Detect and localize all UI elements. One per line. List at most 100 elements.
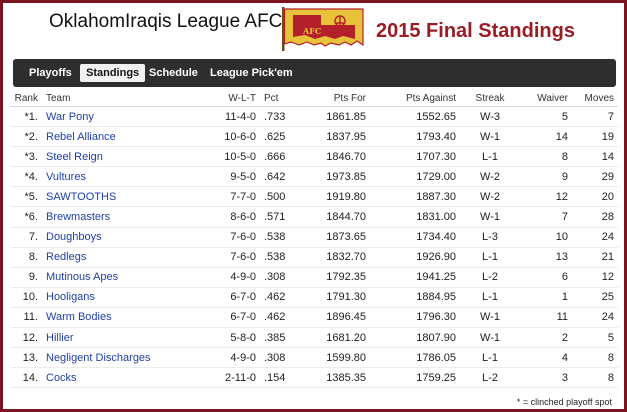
team-link[interactable]: Doughboys bbox=[46, 231, 102, 243]
team-link[interactable]: Cocks bbox=[46, 372, 77, 384]
cell-wlt: 7-7-0 bbox=[190, 186, 260, 208]
cell-waiver: 13 bbox=[520, 247, 572, 268]
cell-wlt: 4-9-0 bbox=[190, 267, 260, 288]
cell-pct: .154 bbox=[260, 367, 302, 389]
cell-moves: 7 bbox=[572, 106, 618, 128]
team-link[interactable]: Vultures bbox=[46, 171, 86, 183]
cell-pts-against: 1941.25 bbox=[370, 267, 460, 288]
standings-rows: *1. War Pony 11-4-0 .733 1861.85 1552.65… bbox=[10, 106, 618, 389]
cell-pts-for: 1837.95 bbox=[302, 126, 370, 148]
cell-pts-against: 1926.90 bbox=[370, 247, 460, 268]
cell-pct: .538 bbox=[260, 247, 302, 268]
team-link[interactable]: Steel Reign bbox=[46, 151, 103, 163]
cell-moves: 29 bbox=[572, 166, 618, 188]
cell-pts-for: 1919.80 bbox=[302, 186, 370, 208]
league-logo: AFC bbox=[282, 7, 364, 51]
cell-rank: 7. bbox=[10, 227, 42, 248]
cell-waiver: 5 bbox=[520, 106, 572, 128]
cell-rank: 10. bbox=[10, 287, 42, 308]
header-streak[interactable]: Streak bbox=[460, 90, 520, 107]
cell-streak: L-1 bbox=[460, 287, 520, 308]
team-link[interactable]: Redlegs bbox=[46, 251, 86, 263]
header-pts-against[interactable]: Pts Against bbox=[370, 90, 460, 107]
cell-wlt: 9-5-0 bbox=[190, 166, 260, 188]
cell-waiver: 9 bbox=[520, 166, 572, 188]
cell-pts-for: 1844.70 bbox=[302, 206, 370, 228]
cell-waiver: 14 bbox=[520, 126, 572, 148]
cell-pct: .666 bbox=[260, 146, 302, 168]
cell-pts-for: 1599.80 bbox=[302, 347, 370, 369]
cell-waiver: 2 bbox=[520, 327, 572, 349]
header-pts-for[interactable]: Pts For bbox=[302, 90, 370, 107]
cell-pts-against: 1807.90 bbox=[370, 327, 460, 349]
cell-moves: 24 bbox=[572, 307, 618, 329]
cell-wlt: 7-6-0 bbox=[190, 227, 260, 248]
team-link[interactable]: Mutinous Apes bbox=[46, 271, 118, 283]
cell-rank: 14. bbox=[10, 367, 42, 389]
cell-pct: .308 bbox=[260, 267, 302, 288]
cell-rank: *6. bbox=[10, 206, 42, 228]
cell-rank: *5. bbox=[10, 186, 42, 208]
header-team[interactable]: Team bbox=[42, 90, 190, 107]
cell-pts-for: 1681.20 bbox=[302, 327, 370, 349]
cell-moves: 24 bbox=[572, 227, 618, 248]
tab-standings[interactable]: Standings bbox=[80, 64, 146, 82]
cell-streak: L-3 bbox=[460, 227, 520, 248]
cell-pct: .571 bbox=[260, 206, 302, 228]
cell-moves: 25 bbox=[572, 287, 618, 308]
cell-pct: .625 bbox=[260, 126, 302, 148]
team-link[interactable]: Rebel Alliance bbox=[46, 131, 116, 143]
cell-streak: W-1 bbox=[460, 327, 520, 349]
cell-rank: 13. bbox=[10, 347, 42, 369]
team-link[interactable]: Negligent Discharges bbox=[46, 352, 151, 364]
table-row: *6. Brewmasters 8-6-0 .571 1844.70 1831.… bbox=[10, 206, 618, 228]
header-rank[interactable]: Rank bbox=[10, 90, 42, 107]
team-link[interactable]: War Pony bbox=[46, 111, 94, 123]
cell-streak: W-2 bbox=[460, 186, 520, 208]
cell-pts-for: 1896.45 bbox=[302, 307, 370, 329]
cell-pct: .733 bbox=[260, 106, 302, 128]
cell-pts-against: 1786.05 bbox=[370, 347, 460, 369]
team-link[interactable]: Hooligans bbox=[46, 291, 95, 303]
cell-pts-against: 1729.00 bbox=[370, 166, 460, 188]
team-link[interactable]: Brewmasters bbox=[46, 211, 110, 223]
team-link[interactable]: SAWTOOTHS bbox=[46, 191, 116, 203]
table-row: *5. SAWTOOTHS 7-7-0 .500 1919.80 1887.30… bbox=[10, 186, 618, 208]
header-pct[interactable]: Pct bbox=[260, 90, 302, 107]
cell-pct: .538 bbox=[260, 227, 302, 248]
cell-pts-for: 1973.85 bbox=[302, 166, 370, 188]
cell-streak: W-1 bbox=[460, 307, 520, 329]
tab-league-pickem[interactable]: League Pick'em bbox=[204, 64, 299, 82]
header-wlt[interactable]: W-L-T bbox=[190, 90, 260, 107]
playoff-footnote: * = clinched playoff spot bbox=[516, 397, 612, 407]
team-link[interactable]: Hillier bbox=[46, 332, 74, 344]
table-header-row: Rank Team W-L-T Pct Pts For Pts Against … bbox=[10, 90, 618, 107]
header-moves[interactable]: Moves bbox=[572, 90, 618, 107]
cell-moves: 8 bbox=[572, 367, 618, 389]
cell-moves: 21 bbox=[572, 247, 618, 268]
cell-waiver: 12 bbox=[520, 186, 572, 208]
cell-pts-against: 1759.25 bbox=[370, 367, 460, 389]
standings-table: Rank Team W-L-T Pct Pts For Pts Against … bbox=[10, 90, 618, 389]
cell-pct: .462 bbox=[260, 287, 302, 308]
cell-wlt: 5-8-0 bbox=[190, 327, 260, 349]
header-waiver[interactable]: Waiver bbox=[520, 90, 572, 107]
cell-pts-against: 1734.40 bbox=[370, 227, 460, 248]
cell-pct: .500 bbox=[260, 186, 302, 208]
team-link[interactable]: Warm Bodies bbox=[46, 311, 112, 323]
cell-wlt: 7-6-0 bbox=[190, 247, 260, 268]
tab-playoffs[interactable]: Playoffs bbox=[23, 64, 78, 82]
logo-text: AFC bbox=[302, 26, 321, 36]
cell-pts-for: 1792.35 bbox=[302, 267, 370, 288]
cell-moves: 5 bbox=[572, 327, 618, 349]
cell-pts-for: 1832.70 bbox=[302, 247, 370, 268]
tab-schedule[interactable]: Schedule bbox=[143, 64, 204, 82]
cell-rank: 11. bbox=[10, 307, 42, 329]
cell-rank: *1. bbox=[10, 106, 42, 128]
cell-wlt: 4-9-0 bbox=[190, 347, 260, 369]
cell-pts-for: 1861.85 bbox=[302, 106, 370, 128]
cell-pts-for: 1385.35 bbox=[302, 367, 370, 389]
cell-pts-for: 1846.70 bbox=[302, 146, 370, 168]
cell-pts-against: 1793.40 bbox=[370, 126, 460, 148]
cell-waiver: 11 bbox=[520, 307, 572, 329]
